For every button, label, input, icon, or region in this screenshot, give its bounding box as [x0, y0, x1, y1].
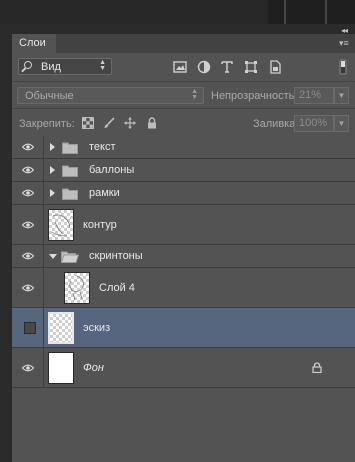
- fill-input[interactable]: 100%: [294, 115, 334, 132]
- blend-mode-label: Обычные: [25, 90, 74, 102]
- visibility-toggle[interactable]: [12, 205, 44, 244]
- layer-4[interactable]: Слой 4: [12, 268, 355, 308]
- filter-kind-select[interactable]: Вид ▲ ▼: [18, 58, 112, 75]
- opacity-label: Непрозрачность:: [211, 90, 298, 102]
- folder-icon: [62, 142, 78, 154]
- divider: [284, 0, 286, 24]
- layer-name: контур: [83, 219, 117, 231]
- lock-all-icon[interactable]: [146, 117, 158, 129]
- lock-label: Закрепить:: [19, 118, 75, 130]
- layer-thumbnail: [64, 272, 90, 304]
- layer-group-frames[interactable]: рамки: [12, 182, 355, 205]
- layer-group-balloons[interactable]: баллоны: [12, 159, 355, 182]
- chevron-updown-icon: ▲ ▼: [99, 59, 106, 72]
- layer-name: рамки: [89, 187, 120, 199]
- lock-transparent-pixels-icon[interactable]: [82, 117, 94, 129]
- layer-name: эскиз: [83, 322, 111, 334]
- visibility-toggle[interactable]: [12, 159, 44, 181]
- folder-icon: [62, 165, 78, 177]
- image-filter-icon[interactable]: [173, 60, 187, 74]
- expand-arrow-icon[interactable]: [50, 189, 55, 197]
- layer-name: Слой 4: [99, 282, 135, 294]
- layer-thumbnail: [48, 352, 74, 384]
- layers-list: текст баллоны рамки контур скринтоны Сло…: [12, 136, 355, 388]
- visibility-toggle[interactable]: [12, 182, 44, 204]
- smart-object-filter-icon[interactable]: [268, 60, 282, 74]
- expand-arrow-icon[interactable]: [50, 166, 55, 174]
- visibility-toggle[interactable]: [12, 136, 44, 158]
- lock-row: Закрепить: Заливка: 100% ▼: [12, 108, 355, 136]
- layer-group-screentones[interactable]: скринтоны: [12, 245, 355, 268]
- adjustment-filter-icon[interactable]: [197, 60, 211, 74]
- sketch-thumbnail-icon: [69, 275, 84, 301]
- layer-name: скринтоны: [89, 250, 143, 262]
- sketch-thumbnail-icon: [51, 214, 70, 237]
- workspace-top-strip: [0, 0, 355, 24]
- folder-icon: [62, 188, 78, 200]
- fill-slider-button[interactable]: ▼: [334, 115, 349, 132]
- layer-group-text[interactable]: текст: [12, 136, 355, 159]
- search-icon: [24, 61, 32, 69]
- layer-name: текст: [89, 141, 116, 153]
- divider: [325, 0, 327, 24]
- eye-icon: [22, 166, 34, 174]
- chevron-updown-icon: ▲ ▼: [191, 88, 198, 101]
- blend-row: Обычные ▲ ▼ Непрозрачность: 21% ▼: [12, 81, 355, 108]
- visibility-toggle[interactable]: [12, 308, 44, 347]
- opacity-slider-button[interactable]: ▼: [334, 87, 349, 104]
- eye-icon: [22, 143, 34, 151]
- visibility-toggle[interactable]: [12, 245, 44, 267]
- eye-icon: [22, 284, 34, 292]
- opacity-input[interactable]: 21%: [294, 87, 334, 104]
- visibility-toggle[interactable]: [12, 348, 44, 387]
- lock-image-pixels-icon[interactable]: [103, 117, 115, 129]
- layer-sketch[interactable]: эскиз: [12, 308, 355, 348]
- filter-kind-label: Вид: [41, 61, 61, 73]
- panel-tab-bar: Слои ▾≡: [12, 34, 355, 53]
- folder-open-icon: [61, 251, 79, 263]
- layer-name: Фон: [83, 362, 104, 374]
- eye-icon: [22, 252, 34, 260]
- lock-position-icon[interactable]: [124, 117, 136, 129]
- layers-panel: Слои ▾≡ Вид ▲ ▼ Обычные ▲ ▼ Непрозрачнос…: [12, 34, 355, 462]
- document-area: [268, 0, 355, 24]
- shape-filter-icon[interactable]: [244, 60, 258, 74]
- blend-mode-select[interactable]: Обычные ▲ ▼: [17, 87, 204, 104]
- hidden-visibility-box: [24, 322, 36, 334]
- eye-icon: [22, 189, 34, 197]
- filter-toggle-icon[interactable]: [338, 59, 348, 75]
- layer-thumbnail: [48, 312, 74, 344]
- collapse-arrow-icon[interactable]: [49, 254, 57, 259]
- fill-label: Заливка:: [253, 118, 299, 130]
- visibility-toggle[interactable]: [12, 268, 44, 307]
- eye-icon: [22, 364, 34, 372]
- layer-background[interactable]: Фон: [12, 348, 355, 388]
- eye-icon: [22, 221, 34, 229]
- layer-outline[interactable]: контур: [12, 205, 355, 245]
- filter-row: Вид ▲ ▼: [12, 53, 355, 81]
- layer-name: баллоны: [89, 164, 135, 176]
- tab-layers[interactable]: Слои: [12, 34, 56, 53]
- layer-thumbnail: [48, 209, 74, 241]
- expand-arrow-icon[interactable]: [50, 143, 55, 151]
- type-filter-icon[interactable]: [220, 60, 234, 74]
- panel-menu-icon[interactable]: ▾≡: [339, 37, 351, 49]
- lock-icon: [312, 362, 322, 373]
